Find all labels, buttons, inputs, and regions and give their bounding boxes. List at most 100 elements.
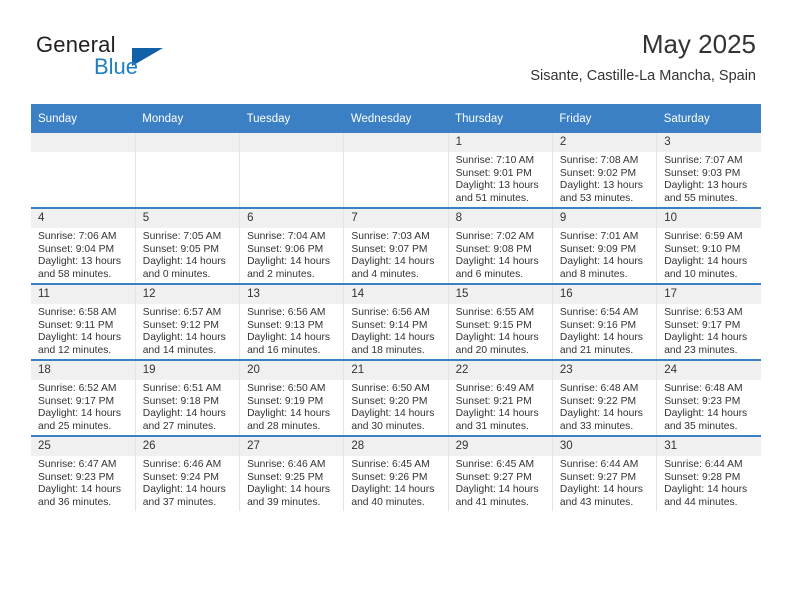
daylight-duration-line2: and 43 minutes. [559, 496, 634, 508]
sunrise-time: Sunrise: 6:46 AM [142, 459, 222, 470]
day-cell-inner: 13 Sunrise: 6:56 AM Sunset: 9:13 PM Dayligh… [240, 285, 344, 359]
calendar-day-cell[interactable]: 9 Sunrise: 7:01 AM Sunset: 9:09 PM Daylight… [552, 207, 658, 284]
daylight-duration-line1: Daylight: 14 hours [559, 484, 643, 496]
calendar-day-cell[interactable]: 23 Sunrise: 6:48 AM Sunset: 9:22 PM Dayligh… [552, 359, 658, 436]
day-cell-inner: 6 Sunrise: 7:04 AM Sunset: 9:06 PM Daylight… [240, 209, 344, 283]
sunset-time: Sunset: 9:19 PM [247, 395, 324, 407]
calendar-day-cell[interactable]: 3 Sunrise: 7:07 AM Sunset: 9:03 PM Daylight… [656, 133, 761, 208]
calendar-day-cell[interactable]: 17 Sunrise: 6:53 AM Sunset: 9:17 PM Dayligh… [656, 283, 761, 360]
calendar-day-cell[interactable]: 15 Sunrise: 6:55 AM Sunset: 9:15 PM Dayligh… [448, 283, 553, 360]
day-cell-inner: 7 Sunrise: 7:03 AM Sunset: 9:07 PM Daylight… [344, 209, 448, 283]
calendar-day-cell[interactable]: 13 Sunrise: 6:56 AM Sunset: 9:13 PM Dayligh… [239, 283, 345, 360]
daylight-duration-line2: and 18 minutes. [351, 344, 425, 356]
daylight-duration-line2: and 6 minutes. [455, 268, 524, 280]
day-cell-inner: 19 Sunrise: 6:51 AM Sunset: 9:18 PM Dayligh… [135, 361, 240, 435]
daylight-duration-line1: Daylight: 14 hours [142, 408, 226, 420]
day-number: 13 [240, 285, 344, 304]
daylight-duration-line1: Daylight: 14 hours [664, 256, 748, 268]
day-number: 12 [135, 285, 240, 304]
calendar-day-cell[interactable]: 14 Sunrise: 6:56 AM Sunset: 9:14 PM Dayligh… [343, 283, 449, 360]
sunrise-time: Sunrise: 6:55 AM [455, 307, 535, 318]
daylight-duration-line1: Daylight: 14 hours [559, 408, 643, 420]
day-cell-inner: 18 Sunrise: 6:52 AM Sunset: 9:17 PM Dayligh… [31, 361, 135, 435]
sunset-time: Sunset: 9:23 PM [38, 471, 115, 483]
weekday-header-sunday: Sunday [31, 104, 136, 133]
daylight-duration-line2: and 37 minutes. [142, 496, 217, 508]
calendar-day-cell[interactable]: 16 Sunrise: 6:54 AM Sunset: 9:16 PM Dayligh… [552, 283, 658, 360]
daylight-duration-line2: and 53 minutes. [559, 192, 634, 204]
calendar-day-cell[interactable]: 26 Sunrise: 6:46 AM Sunset: 9:24 PM Dayligh… [135, 435, 241, 511]
sunset-time: Sunset: 9:27 PM [455, 471, 532, 483]
calendar-day-cell[interactable]: 5 Sunrise: 7:05 AM Sunset: 9:05 PM Daylight… [135, 207, 241, 284]
calendar-day-cell[interactable]: 2 Sunrise: 7:08 AM Sunset: 9:02 PM Daylight… [552, 133, 658, 208]
calendar-day-cell[interactable]: 24 Sunrise: 6:48 AM Sunset: 9:23 PM Dayligh… [656, 359, 761, 436]
sunset-time: Sunset: 9:07 PM [351, 243, 428, 255]
day-number: 16 [552, 285, 657, 304]
sunset-time: Sunset: 9:08 PM [455, 243, 532, 255]
day-details: Sunrise: 6:52 AM Sunset: 9:17 PM Daylight:… [31, 380, 135, 433]
day-number: 24 [657, 361, 761, 380]
day-cell-inner [240, 133, 344, 207]
calendar-day-cell[interactable]: 30 Sunrise: 6:44 AM Sunset: 9:27 PM Dayligh… [552, 435, 658, 511]
sunrise-time: Sunrise: 6:50 AM [351, 383, 430, 394]
calendar-day-cell[interactable]: 21 Sunrise: 6:50 AM Sunset: 9:20 PM Dayligh… [343, 359, 449, 436]
calendar-day-cell[interactable]: 20 Sunrise: 6:50 AM Sunset: 9:19 PM Dayligh… [239, 359, 345, 436]
day-cell-inner: 27 Sunrise: 6:46 AM Sunset: 9:25 PM Dayligh… [240, 437, 344, 511]
calendar-day-cell[interactable]: 18 Sunrise: 6:52 AM Sunset: 9:17 PM Dayligh… [31, 359, 136, 436]
sunset-time: Sunset: 9:24 PM [142, 471, 219, 483]
day-number: 27 [240, 437, 344, 456]
day-details: Sunrise: 6:45 AM Sunset: 9:27 PM Daylight:… [449, 456, 552, 509]
calendar-day-cell[interactable]: 4 Sunrise: 7:06 AM Sunset: 9:04 PM Daylight… [31, 207, 136, 284]
calendar-day-cell[interactable]: 27 Sunrise: 6:46 AM Sunset: 9:25 PM Dayligh… [239, 435, 345, 511]
sunrise-time: Sunrise: 6:48 AM [559, 383, 639, 394]
day-details: Sunrise: 6:44 AM Sunset: 9:27 PM Daylight:… [553, 456, 656, 509]
day-details: Sunrise: 7:01 AM Sunset: 9:09 PM Daylight:… [553, 228, 656, 281]
weekday-header-thursday: Thursday [448, 104, 553, 133]
day-cell-inner: 31 Sunrise: 6:44 AM Sunset: 9:28 PM Dayligh… [657, 437, 761, 511]
sunrise-time: Sunrise: 7:04 AM [247, 231, 326, 242]
sunrise-time: Sunrise: 7:01 AM [559, 231, 639, 242]
calendar-day-cell[interactable]: 8 Sunrise: 7:02 AM Sunset: 9:08 PM Daylight… [448, 207, 553, 284]
calendar-day-cell[interactable]: 12 Sunrise: 6:57 AM Sunset: 9:12 PM Dayligh… [135, 283, 241, 360]
day-number [240, 133, 344, 152]
title-block: May 2025 Sisante, Castille-La Mancha, Sp… [530, 28, 756, 86]
daylight-duration-line2: and 44 minutes. [664, 496, 738, 508]
calendar-day-cell[interactable]: 1 Sunrise: 7:10 AM Sunset: 9:01 PM Daylight… [448, 133, 553, 208]
calendar-week-row: 1 Sunrise: 7:10 AM Sunset: 9:01 PM Daylight… [31, 133, 761, 208]
day-number: 29 [448, 437, 552, 456]
calendar-body: 1 Sunrise: 7:10 AM Sunset: 9:01 PM Daylight… [31, 133, 761, 511]
daylight-duration-line1: Daylight: 13 hours [559, 180, 643, 192]
daylight-duration-line1: Daylight: 14 hours [247, 484, 331, 496]
calendar-page: General Blue May 2025 Sisante, Castille-… [0, 0, 792, 612]
daylight-duration-line1: Daylight: 14 hours [455, 408, 539, 420]
daylight-duration-line1: Daylight: 14 hours [351, 332, 435, 344]
calendar-day-cell[interactable]: 11 Sunrise: 6:58 AM Sunset: 9:11 PM Dayligh… [31, 283, 136, 360]
day-cell-inner: 28 Sunrise: 6:45 AM Sunset: 9:26 PM Dayligh… [344, 437, 448, 511]
calendar-day-cell[interactable]: 29 Sunrise: 6:45 AM Sunset: 9:27 PM Dayligh… [448, 435, 553, 511]
sunset-time: Sunset: 9:10 PM [664, 243, 741, 255]
sunrise-time: Sunrise: 6:47 AM [38, 459, 117, 470]
calendar-cell-empty [135, 133, 241, 208]
day-cell-inner: 8 Sunrise: 7:02 AM Sunset: 9:08 PM Daylight… [448, 209, 552, 283]
sunrise-time: Sunrise: 6:46 AM [247, 459, 326, 470]
general-blue-logo[interactable]: General Blue [36, 32, 216, 90]
day-number: 15 [448, 285, 552, 304]
day-details: Sunrise: 7:02 AM Sunset: 9:08 PM Daylight:… [449, 228, 552, 281]
day-cell-inner: 1 Sunrise: 7:10 AM Sunset: 9:01 PM Daylight… [448, 133, 552, 207]
day-number: 11 [31, 285, 135, 304]
calendar-day-cell[interactable]: 31 Sunrise: 6:44 AM Sunset: 9:28 PM Dayligh… [656, 435, 761, 511]
calendar-day-cell[interactable]: 28 Sunrise: 6:45 AM Sunset: 9:26 PM Dayligh… [343, 435, 449, 511]
daylight-duration-line1: Daylight: 14 hours [38, 408, 121, 420]
calendar-day-cell[interactable]: 6 Sunrise: 7:04 AM Sunset: 9:06 PM Daylight… [239, 207, 345, 284]
calendar-cell-empty [31, 133, 136, 208]
calendar-day-cell[interactable]: 7 Sunrise: 7:03 AM Sunset: 9:07 PM Daylight… [343, 207, 449, 284]
sunset-time: Sunset: 9:04 PM [38, 243, 115, 255]
calendar-week-row: 4 Sunrise: 7:06 AM Sunset: 9:04 PM Daylight… [31, 207, 761, 284]
day-number: 3 [657, 133, 761, 152]
calendar-day-cell[interactable]: 10 Sunrise: 6:59 AM Sunset: 9:10 PM Dayligh… [656, 207, 761, 284]
sunset-time: Sunset: 9:22 PM [559, 395, 637, 407]
calendar-day-cell[interactable]: 19 Sunrise: 6:51 AM Sunset: 9:18 PM Dayligh… [135, 359, 241, 436]
calendar-day-cell[interactable]: 22 Sunrise: 6:49 AM Sunset: 9:21 PM Dayligh… [448, 359, 553, 436]
sunset-time: Sunset: 9:17 PM [664, 319, 741, 331]
calendar-day-cell[interactable]: 25 Sunrise: 6:47 AM Sunset: 9:23 PM Dayligh… [31, 435, 136, 511]
